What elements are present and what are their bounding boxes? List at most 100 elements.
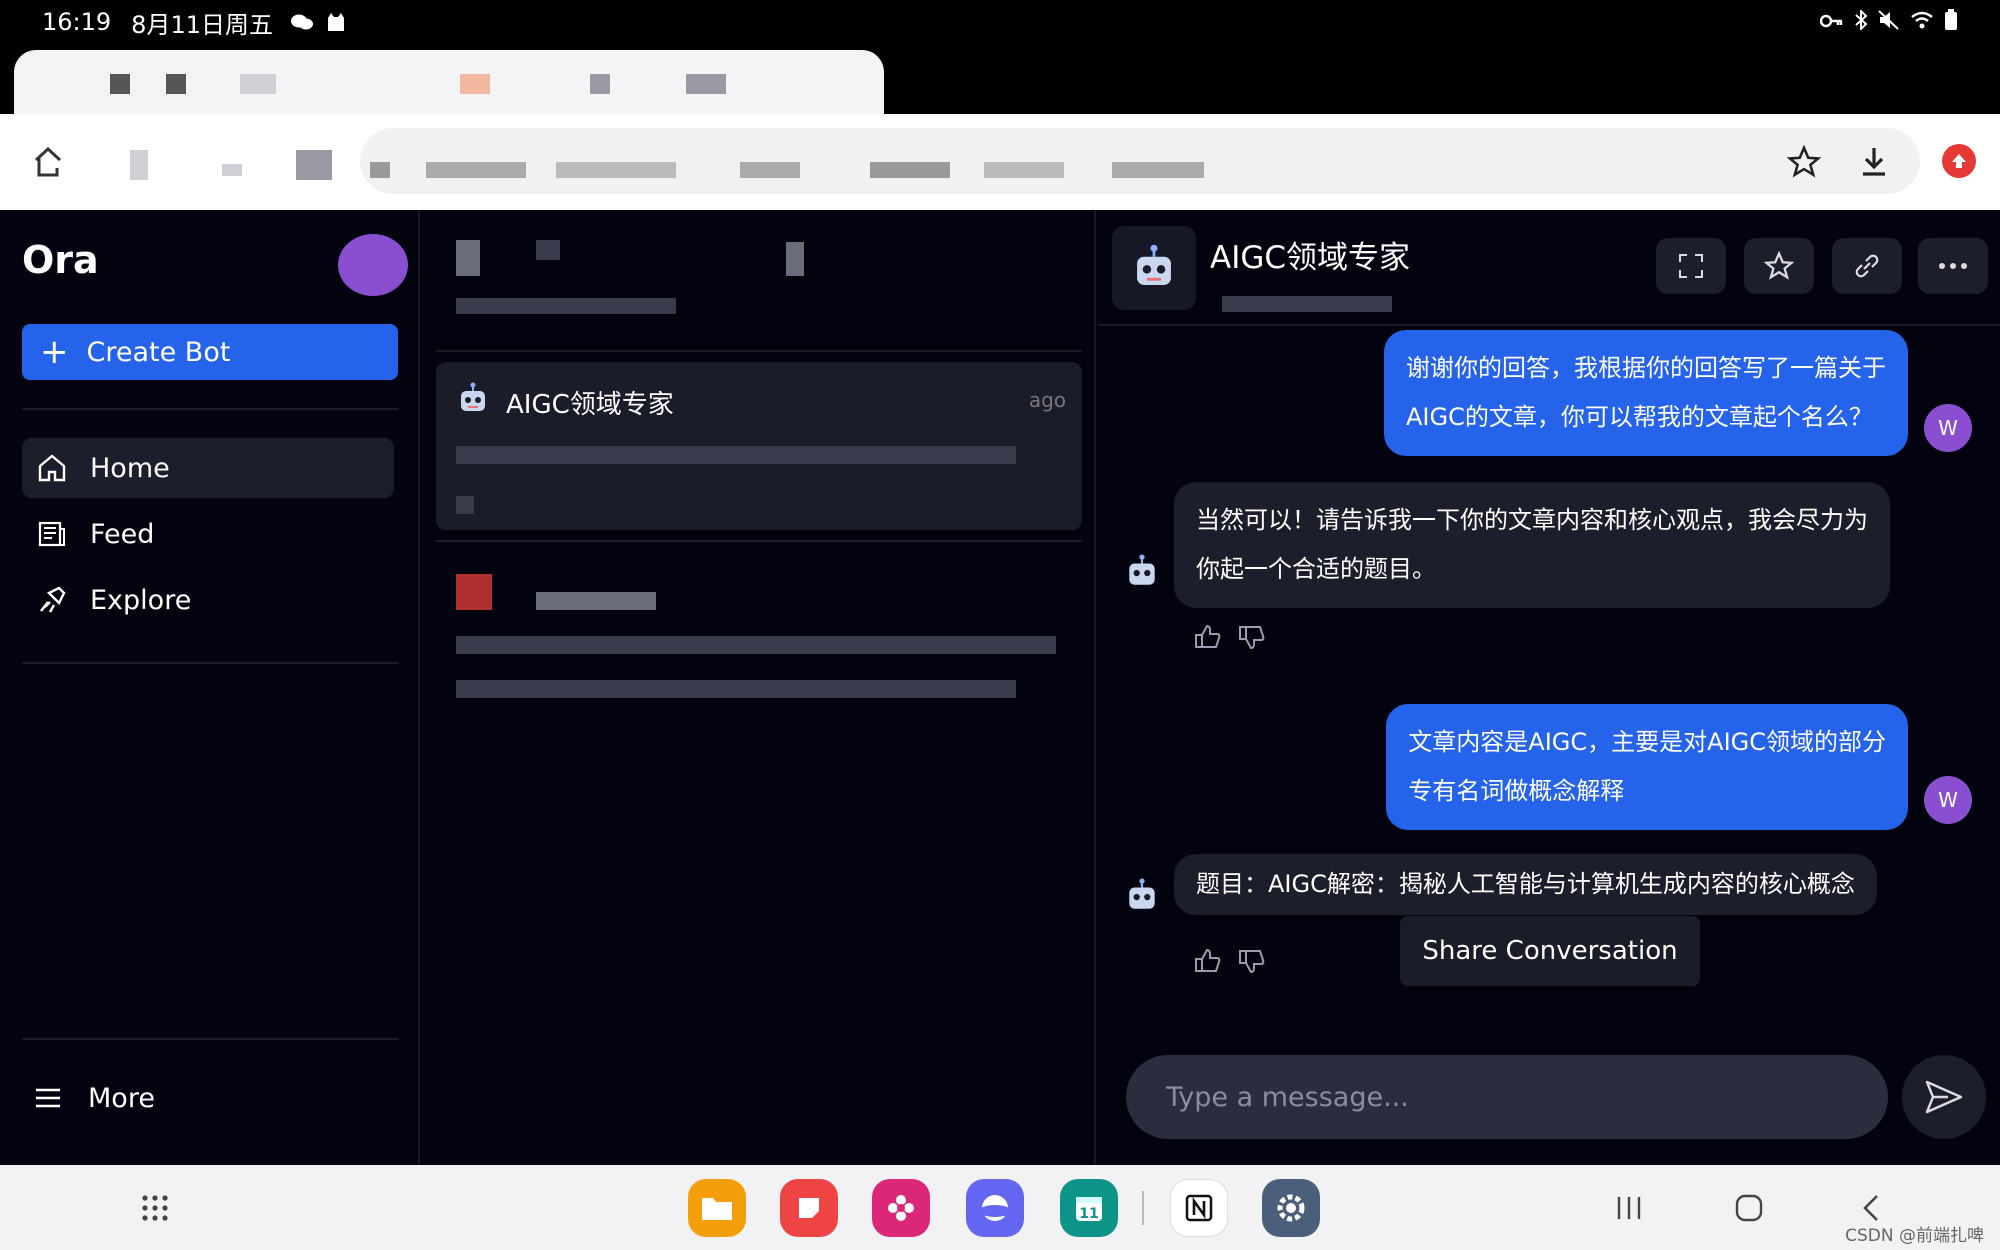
divider [22,408,398,410]
address-bar[interactable] [360,128,1920,194]
redacted-block [456,636,1056,654]
send-button[interactable] [1902,1055,1986,1139]
redacted-block [296,150,332,180]
sidebar-item-explore[interactable]: Explore [22,570,394,630]
sidebar-item-feed[interactable]: Feed [22,504,394,564]
more-button[interactable]: More [22,1080,155,1116]
thumbs-up-icon[interactable] [1194,948,1222,974]
redacted-block [536,240,560,260]
thumbs-down-icon[interactable] [1238,624,1266,650]
message-line: AIGC的文章，你可以帮我的文章起个名么？ [1406,403,1873,431]
bookmark-star-icon[interactable] [1778,136,1830,188]
message-line: 当然可以！请告诉我一下你的文章内容和核心观点，我会尽力为 [1196,506,1868,534]
battery-icon [1944,8,1958,36]
divider [22,1038,398,1040]
conversation-item-selected[interactable]: AIGC领域专家 ago [436,362,1082,530]
plus-icon: + [40,332,69,372]
redacted-block [456,446,1016,464]
message-line: 专有名词做概念解释 [1408,777,1625,805]
expand-button[interactable] [1656,238,1726,294]
redacted-block [426,162,526,178]
android-taskbar: 11 CSDN @前端扎啤 [0,1165,2000,1250]
divider [436,350,1082,352]
create-bot-button[interactable]: + Create Bot [22,324,398,380]
status-icons [1819,8,1958,36]
redacted-block [740,162,800,178]
redacted-block [870,162,950,178]
share-link-button[interactable] [1832,238,1902,294]
message-line: 你起一个合适的题目。 [1196,555,1436,583]
redacted-block [456,680,1016,698]
notes-app-icon[interactable] [780,1179,838,1237]
divider [436,540,1082,542]
app-drawer-icon[interactable] [130,1183,180,1233]
cat-icon [325,11,347,33]
sidebar-item-label: Home [90,452,170,484]
wechat-icon [290,11,313,33]
conversation-title: AIGC领域专家 [506,390,674,420]
redacted-block [456,496,474,514]
expand-icon [1679,254,1703,278]
feedback-buttons [1194,948,1266,974]
explore-icon [34,582,70,618]
redacted-block [786,242,804,276]
robot-icon [1129,878,1155,909]
message-line: 文章内容是AIGC，主要是对AIGC领域的部分 [1408,728,1886,756]
message-composer [1126,1055,1888,1139]
chat-panel: AIGC领域专家 谢谢你的回答，我根据你的回答写了一篇关于 AIGC的文章，你可… [1098,210,2000,1165]
chat-header: AIGC领域专家 [1098,210,2000,326]
ora-app: Ora + Create Bot Home Feed Explore More … [0,210,2000,1165]
star-icon [1764,251,1794,280]
upload-icon[interactable] [1942,144,1976,178]
thumbs-up-icon[interactable] [1194,624,1222,650]
bot-message: 当然可以！请告诉我一下你的文章内容和核心观点，我会尽力为 你起一个合适的题目。 [1174,482,1890,608]
wifi-icon [1910,10,1934,34]
list-item[interactable] [436,210,1082,348]
home-icon [34,450,70,486]
status-time: 16:19 [42,8,112,36]
redacted-block [1112,162,1204,178]
redacted-block [456,574,492,610]
dock-divider [1142,1191,1144,1225]
browser-toolbar [0,114,2000,210]
internet-browser-app-icon[interactable] [966,1179,1024,1237]
home-icon[interactable] [22,136,74,188]
message-input[interactable] [1126,1055,1888,1139]
robot-icon [1137,244,1171,285]
gallery-app-icon[interactable] [872,1179,930,1237]
notion-app-icon[interactable] [1170,1179,1228,1237]
recent-apps-icon[interactable] [1604,1183,1654,1233]
sidebar-item-home[interactable]: Home [22,438,394,498]
key-icon [1819,10,1844,34]
favorite-button[interactable] [1744,238,1814,294]
settings-app-icon[interactable] [1262,1179,1320,1237]
redacted-block [556,162,676,178]
brand-logo: Ora [22,238,99,282]
divider [22,662,398,664]
redacted-block [456,240,480,276]
redacted-block [590,74,610,94]
more-options-button[interactable] [1918,238,1988,294]
list-item[interactable] [436,552,1082,732]
bot-avatar [1112,226,1196,310]
browser-tab-strip [0,44,2000,130]
conversation-list: AIGC领域专家 ago [422,210,1096,1165]
thumbs-down-icon[interactable] [1238,948,1266,974]
mute-icon [1878,9,1900,35]
calendar-app-icon[interactable]: 11 [1060,1179,1118,1237]
feed-icon [34,516,70,552]
download-icon[interactable] [1848,136,1900,188]
user-avatar: W [1924,776,1972,824]
bluetooth-icon [1854,8,1868,35]
redacted-block [130,150,148,180]
menu-icon [30,1080,66,1116]
user-avatar[interactable] [338,234,408,296]
redacted-block [536,592,656,610]
share-conversation-tooltip: Share Conversation [1400,916,1700,986]
user-message: 谢谢你的回答，我根据你的回答写了一篇关于 AIGC的文章，你可以帮我的文章起个名… [1384,330,1908,456]
svg-text:11: 11 [1079,1206,1098,1222]
my-files-app-icon[interactable] [688,1179,746,1237]
home-button-icon[interactable] [1724,1183,1774,1233]
browser-tab-active[interactable] [14,50,884,114]
redacted-block [110,74,130,94]
